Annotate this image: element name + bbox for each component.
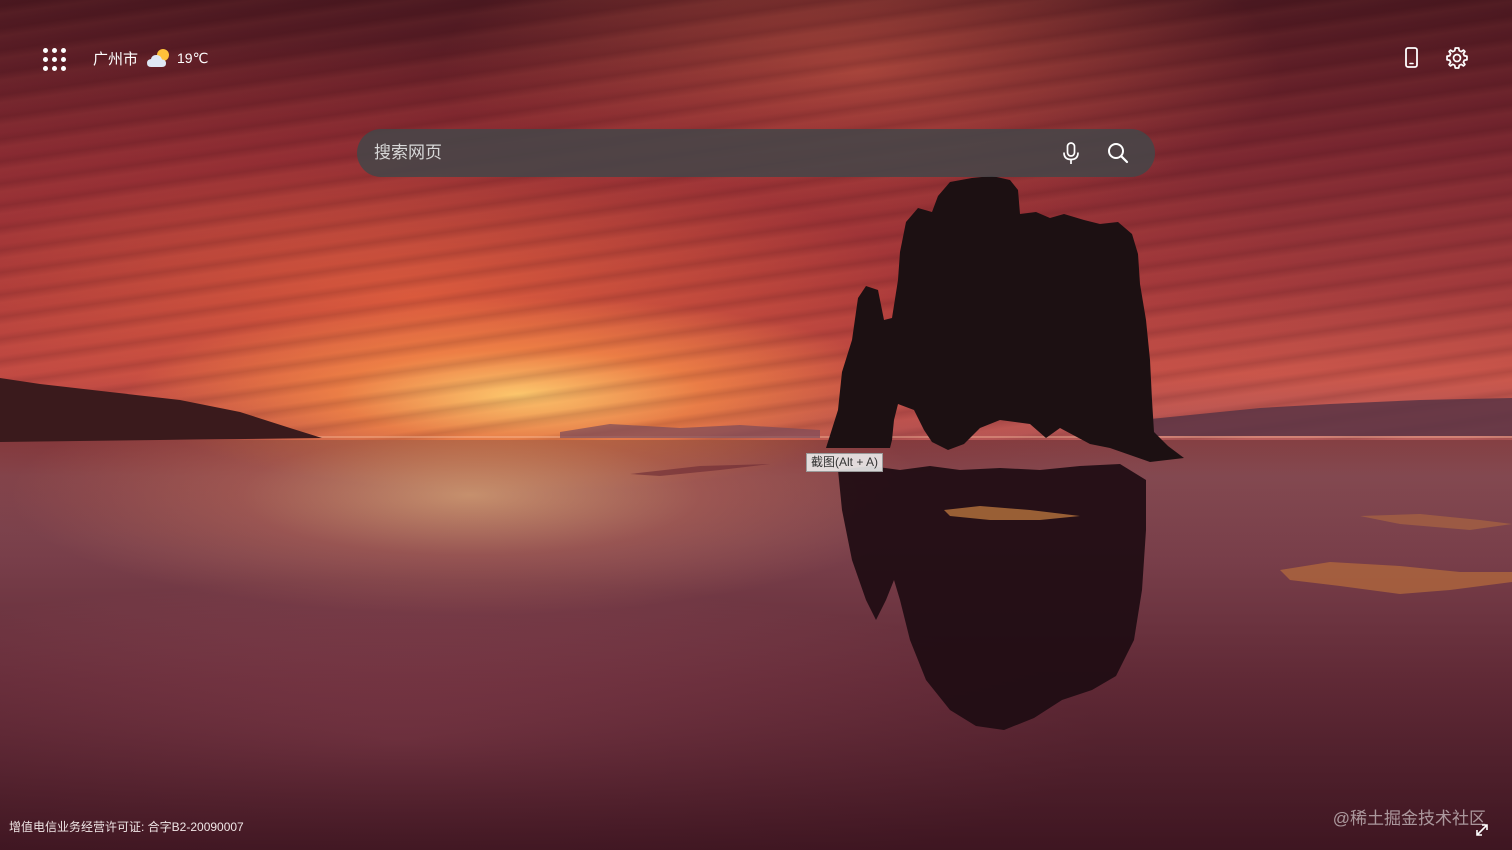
search-icon[interactable] <box>1106 141 1130 165</box>
partly-cloudy-icon <box>147 49 170 67</box>
seaweed-patch <box>1360 514 1512 530</box>
screenshot-tooltip: 截图(Alt + A) <box>806 453 884 472</box>
expand-icon[interactable] <box>1474 822 1490 838</box>
water-ripple <box>630 464 770 476</box>
distant-hills-mid <box>560 424 820 438</box>
gear-icon[interactable] <box>1444 44 1470 72</box>
weather-city: 广州市 <box>93 50 139 68</box>
seaweed-patch <box>1280 562 1512 594</box>
distant-hills-right <box>1140 398 1512 436</box>
watermark-text: @稀土掘金技术社区 <box>1332 809 1486 828</box>
rock-reflection <box>838 464 1146 730</box>
sea-stack-rock <box>826 176 1184 462</box>
search-bar <box>357 129 1155 177</box>
mobile-phone-icon[interactable] <box>1399 44 1423 72</box>
apps-grid-button[interactable] <box>40 45 68 73</box>
background-landscape <box>0 176 1512 730</box>
icp-license-text: 增值电信业务经营许可证: 合字B2-20090007 <box>9 820 244 834</box>
left-headland <box>0 378 322 442</box>
new-tab-page: 广州市 19℃ 截图(Alt + A) 增值电信业务经营许可证: 合字B2-20… <box>0 0 1512 850</box>
search-input[interactable] <box>357 129 1060 177</box>
apps-grid-icon <box>43 48 48 53</box>
weather-temperature: 19℃ <box>177 49 209 66</box>
microphone-icon[interactable] <box>1060 140 1082 166</box>
weather-widget[interactable]: 广州市 19℃ <box>93 44 208 72</box>
